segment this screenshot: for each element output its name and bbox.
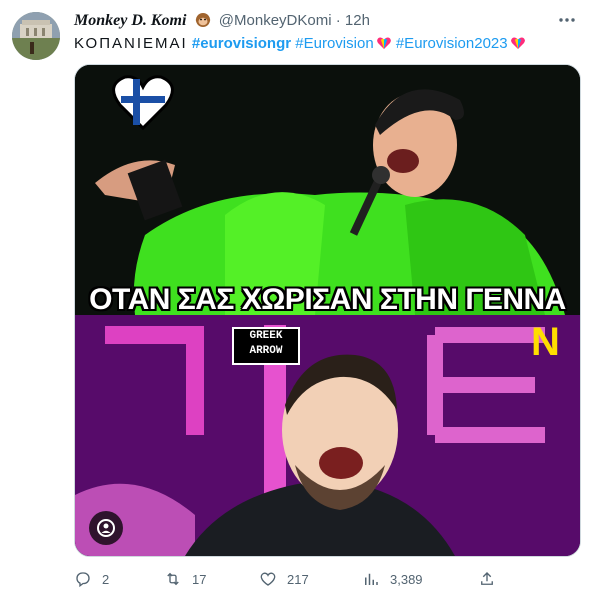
- share-button[interactable]: [478, 568, 506, 590]
- like-count: 217: [287, 571, 309, 587]
- logo-line: GREEK: [249, 330, 283, 342]
- timestamp[interactable]: 12h: [345, 12, 370, 29]
- hashtag-link[interactable]: #Eurovision2023: [396, 35, 508, 52]
- tweet-header: Monkey D. Komi @MonkeyDKomi · 12h: [74, 12, 574, 32]
- retweet-count: 17: [192, 571, 207, 587]
- tweet-text-plain: ΚΟΠΑΝΙΕΜΑΙ: [74, 35, 188, 52]
- action-bar: 2 17 217 3,389: [74, 568, 514, 590]
- avatar[interactable]: [12, 12, 60, 60]
- n-logo: N: [531, 320, 560, 364]
- media-top-photo: [75, 65, 580, 315]
- retweet-icon: [167, 572, 179, 586]
- meme-caption: ΟΤΑΝ ΣΑΣ ΧΩΡΙΣΑΝ ΣΤΗΝ ΓΕΝΝΑ: [89, 283, 566, 316]
- more-options-icon[interactable]: [556, 10, 578, 32]
- separator-dot: ·: [335, 12, 341, 29]
- tweet-media[interactable]: ΟΤΑΝ ΣΑΣ ΧΩΡΙΣΑΝ ΣΤΗΝ ΓΕΝΝΑ GREEK ARROW …: [74, 64, 581, 557]
- hashtag-link[interactable]: #Eurovision: [295, 35, 373, 52]
- display-name[interactable]: Monkey D. Komi: [74, 12, 186, 29]
- retweet-button[interactable]: 17: [164, 568, 206, 590]
- eurovision-heart-icon: [510, 35, 526, 51]
- reply-button[interactable]: 2: [74, 568, 109, 590]
- tweet[interactable]: Monkey D. Komi @MonkeyDKomi · 12h ΚΟΠΑΝΙ…: [0, 0, 594, 598]
- eurovision-heart-icon: [376, 35, 392, 51]
- reply-count: 2: [102, 571, 110, 587]
- heart-icon: [260, 572, 276, 586]
- like-button[interactable]: 217: [259, 568, 309, 590]
- reply-icon: [76, 572, 90, 588]
- monkey-emoji-icon: [195, 12, 211, 28]
- share-icon: [481, 572, 493, 585]
- greek-arrow-logo: GREEK ARROW: [232, 327, 300, 365]
- tweet-text: ΚΟΠΑΝΙΕΜΑΙ #eurovisiongr #Eurovision #Eu…: [74, 34, 578, 54]
- avatar-image: [12, 12, 60, 60]
- views-count: 3,389: [390, 571, 423, 587]
- views-icon: [365, 573, 378, 585]
- logo-line: ARROW: [249, 345, 283, 357]
- user-handle[interactable]: @MonkeyDKomi: [219, 12, 332, 29]
- media-bottom-photo: [75, 315, 580, 556]
- views-button[interactable]: 3,389: [362, 568, 423, 590]
- hashtag-link[interactable]: #eurovisiongr: [192, 35, 291, 52]
- user-tag-icon[interactable]: [89, 511, 123, 545]
